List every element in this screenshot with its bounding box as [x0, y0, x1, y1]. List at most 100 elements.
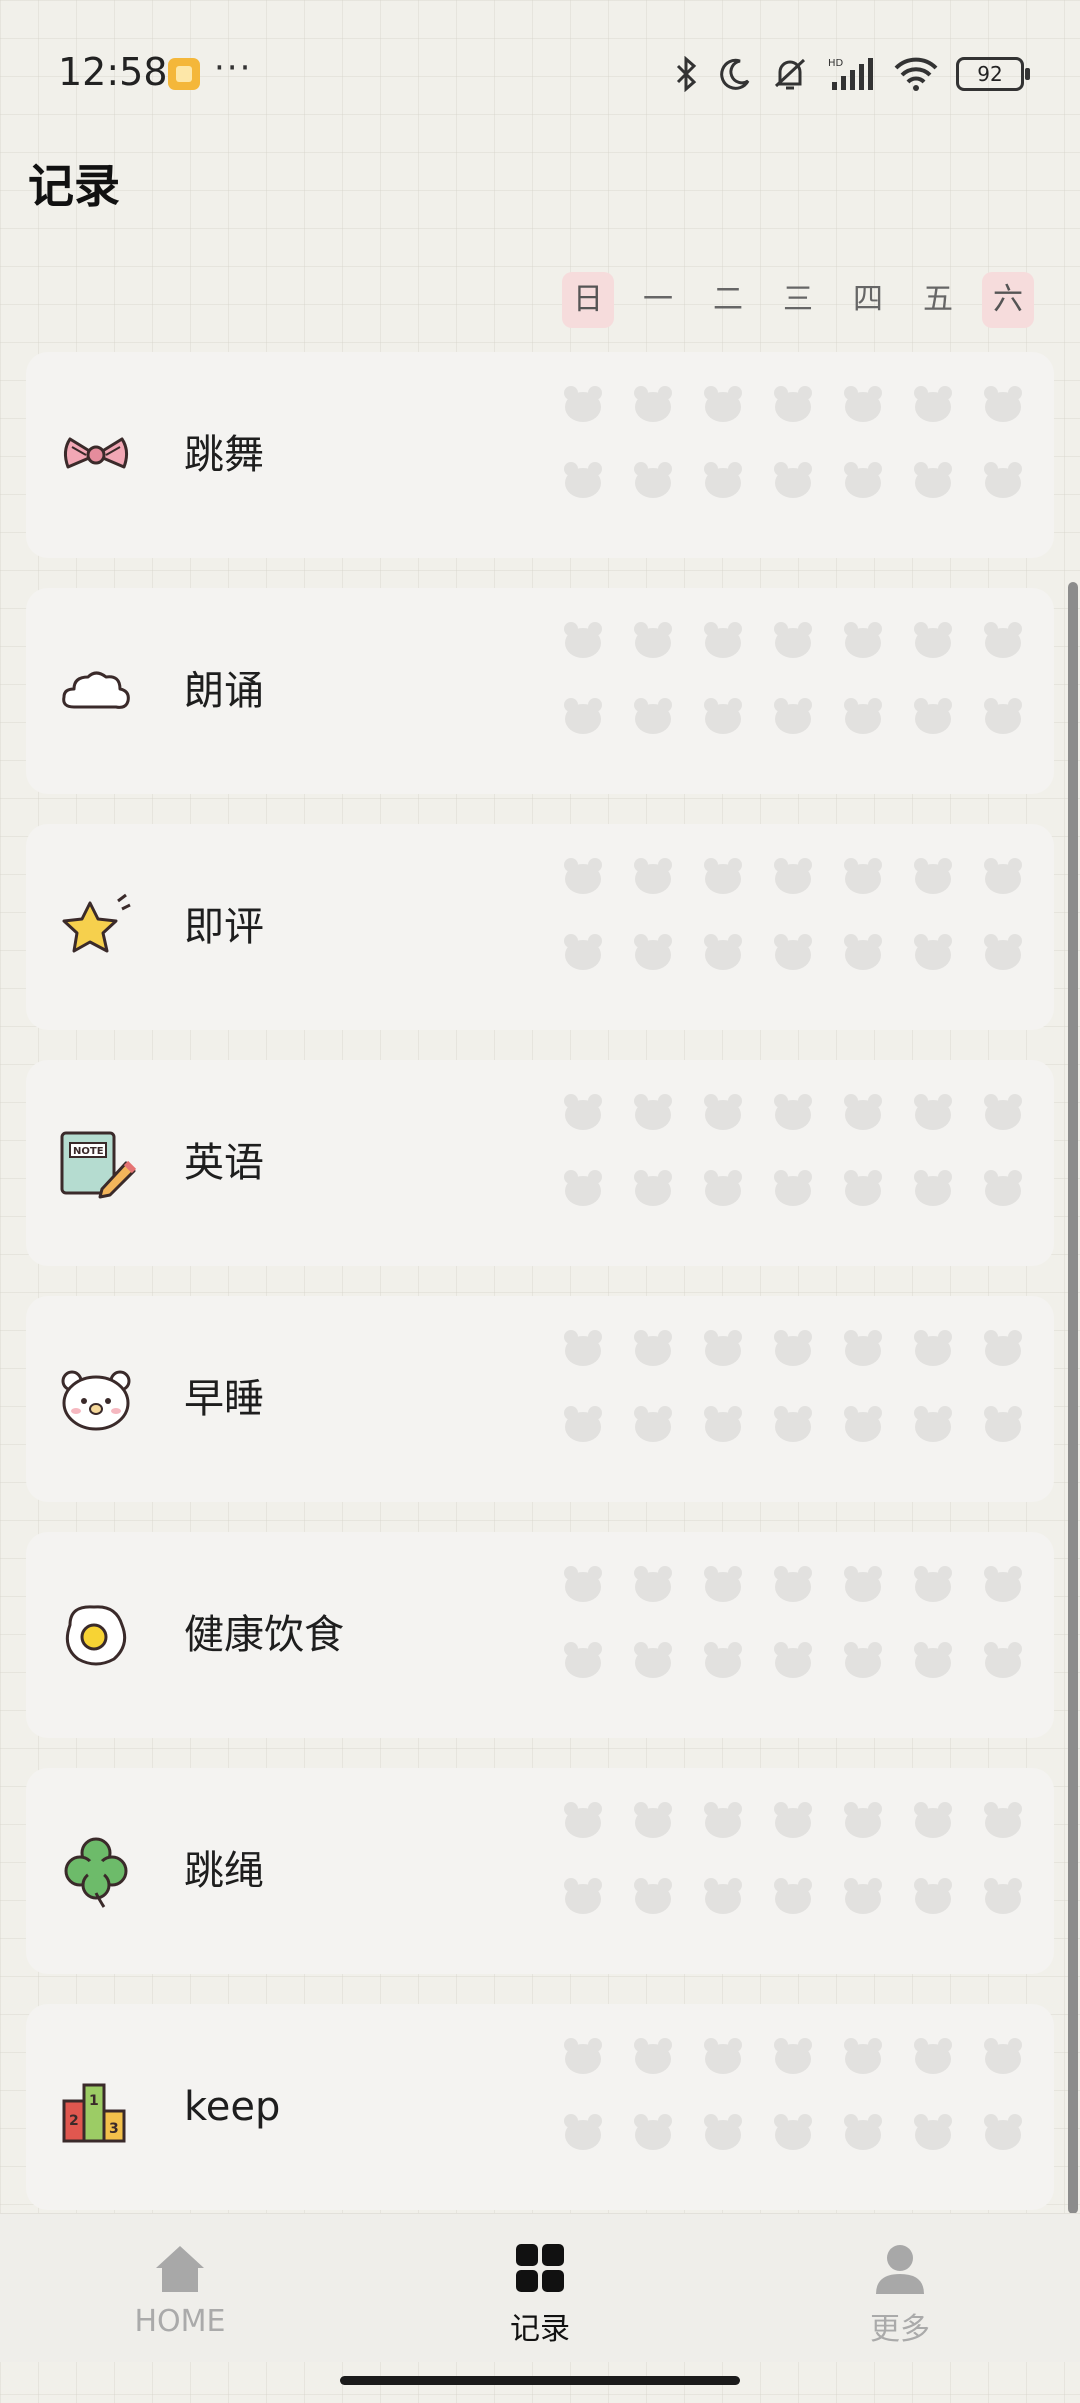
bear-checkin-icon[interactable]	[773, 934, 813, 970]
bear-checkin-icon[interactable]	[703, 1094, 743, 1130]
nav-records[interactable]: 记录	[440, 2214, 640, 2362]
bear-checkin-icon[interactable]	[703, 1878, 743, 1914]
bear-checkin-icon[interactable]	[983, 1802, 1023, 1838]
bear-checkin-icon[interactable]	[983, 698, 1023, 734]
bear-checkin-icon[interactable]	[913, 462, 953, 498]
habit-card[interactable]: 2 1 3 keep	[26, 2004, 1054, 2210]
bear-checkin-icon[interactable]	[983, 1330, 1023, 1366]
bear-checkin-icon[interactable]	[983, 386, 1023, 422]
bear-checkin-icon[interactable]	[773, 1170, 813, 1206]
bear-checkin-icon[interactable]	[983, 858, 1023, 894]
habit-card[interactable]: 跳绳	[26, 1768, 1054, 1974]
habit-card[interactable]: NOTE 英语	[26, 1060, 1054, 1266]
bear-checkin-icon[interactable]	[913, 2038, 953, 2074]
bear-checkin-icon[interactable]	[913, 1566, 953, 1602]
habit-card[interactable]: 即评	[26, 824, 1054, 1030]
bear-checkin-icon[interactable]	[563, 2114, 603, 2150]
bear-checkin-icon[interactable]	[563, 1642, 603, 1678]
bear-checkin-icon[interactable]	[913, 1170, 953, 1206]
bear-checkin-icon[interactable]	[563, 462, 603, 498]
bear-checkin-icon[interactable]	[983, 622, 1023, 658]
bear-checkin-icon[interactable]	[633, 858, 673, 894]
bear-checkin-icon[interactable]	[843, 858, 883, 894]
bear-checkin-icon[interactable]	[563, 386, 603, 422]
bear-checkin-icon[interactable]	[843, 1406, 883, 1442]
bear-checkin-icon[interactable]	[703, 1170, 743, 1206]
bear-checkin-icon[interactable]	[703, 386, 743, 422]
bear-checkin-icon[interactable]	[983, 1878, 1023, 1914]
bear-checkin-icon[interactable]	[913, 934, 953, 970]
bear-checkin-icon[interactable]	[843, 462, 883, 498]
bear-checkin-icon[interactable]	[983, 1094, 1023, 1130]
nav-home[interactable]: HOME	[80, 2214, 280, 2362]
bear-checkin-icon[interactable]	[843, 386, 883, 422]
bear-checkin-icon[interactable]	[773, 698, 813, 734]
bear-checkin-icon[interactable]	[563, 622, 603, 658]
bear-checkin-icon[interactable]	[633, 462, 673, 498]
bear-checkin-icon[interactable]	[983, 1406, 1023, 1442]
bear-checkin-icon[interactable]	[633, 1642, 673, 1678]
bear-checkin-icon[interactable]	[563, 1878, 603, 1914]
bear-checkin-icon[interactable]	[703, 698, 743, 734]
bear-checkin-icon[interactable]	[633, 386, 673, 422]
bear-checkin-icon[interactable]	[633, 622, 673, 658]
bear-checkin-icon[interactable]	[703, 2114, 743, 2150]
bear-checkin-icon[interactable]	[983, 2038, 1023, 2074]
bear-checkin-icon[interactable]	[633, 2038, 673, 2074]
bear-checkin-icon[interactable]	[913, 386, 953, 422]
bear-checkin-icon[interactable]	[773, 2114, 813, 2150]
bear-checkin-icon[interactable]	[703, 1566, 743, 1602]
bear-checkin-icon[interactable]	[563, 934, 603, 970]
bear-checkin-icon[interactable]	[983, 934, 1023, 970]
bear-checkin-icon[interactable]	[843, 1642, 883, 1678]
bear-checkin-icon[interactable]	[983, 1170, 1023, 1206]
habit-card[interactable]: 健康饮食	[26, 1532, 1054, 1738]
bear-checkin-icon[interactable]	[633, 698, 673, 734]
bear-checkin-icon[interactable]	[703, 1802, 743, 1838]
bear-checkin-icon[interactable]	[773, 858, 813, 894]
bear-checkin-icon[interactable]	[773, 1094, 813, 1130]
bear-checkin-icon[interactable]	[913, 1094, 953, 1130]
bear-checkin-icon[interactable]	[913, 1642, 953, 1678]
habit-card[interactable]: 早睡	[26, 1296, 1054, 1502]
bear-checkin-icon[interactable]	[843, 1094, 883, 1130]
bear-checkin-icon[interactable]	[843, 698, 883, 734]
bear-checkin-icon[interactable]	[843, 1878, 883, 1914]
home-indicator[interactable]	[340, 2376, 740, 2385]
bear-checkin-icon[interactable]	[703, 462, 743, 498]
bear-checkin-icon[interactable]	[563, 1330, 603, 1366]
bear-checkin-icon[interactable]	[773, 1878, 813, 1914]
habit-card[interactable]: 朗诵	[26, 588, 1054, 794]
bear-checkin-icon[interactable]	[773, 1566, 813, 1602]
scrollbar[interactable]	[1068, 582, 1078, 2214]
bear-checkin-icon[interactable]	[773, 1642, 813, 1678]
bear-checkin-icon[interactable]	[983, 1566, 1023, 1602]
bear-checkin-icon[interactable]	[913, 858, 953, 894]
bear-checkin-icon[interactable]	[913, 622, 953, 658]
bear-checkin-icon[interactable]	[703, 622, 743, 658]
bear-checkin-icon[interactable]	[913, 1406, 953, 1442]
habit-card[interactable]: 跳舞	[26, 352, 1054, 558]
bear-checkin-icon[interactable]	[633, 1406, 673, 1442]
bear-checkin-icon[interactable]	[773, 386, 813, 422]
bear-checkin-icon[interactable]	[703, 858, 743, 894]
bear-checkin-icon[interactable]	[633, 1878, 673, 1914]
bear-checkin-icon[interactable]	[563, 1802, 603, 1838]
bear-checkin-icon[interactable]	[563, 1094, 603, 1130]
bear-checkin-icon[interactable]	[633, 1566, 673, 1602]
bear-checkin-icon[interactable]	[843, 2114, 883, 2150]
bear-checkin-icon[interactable]	[773, 1406, 813, 1442]
bear-checkin-icon[interactable]	[843, 1330, 883, 1366]
bear-checkin-icon[interactable]	[563, 698, 603, 734]
bear-checkin-icon[interactable]	[563, 1406, 603, 1442]
bear-checkin-icon[interactable]	[633, 1170, 673, 1206]
bear-checkin-icon[interactable]	[843, 1802, 883, 1838]
bear-checkin-icon[interactable]	[983, 462, 1023, 498]
bear-checkin-icon[interactable]	[773, 2038, 813, 2074]
bear-checkin-icon[interactable]	[703, 1642, 743, 1678]
bear-checkin-icon[interactable]	[563, 1566, 603, 1602]
bear-checkin-icon[interactable]	[913, 698, 953, 734]
bear-checkin-icon[interactable]	[633, 1330, 673, 1366]
bear-checkin-icon[interactable]	[563, 1170, 603, 1206]
bear-checkin-icon[interactable]	[773, 1802, 813, 1838]
